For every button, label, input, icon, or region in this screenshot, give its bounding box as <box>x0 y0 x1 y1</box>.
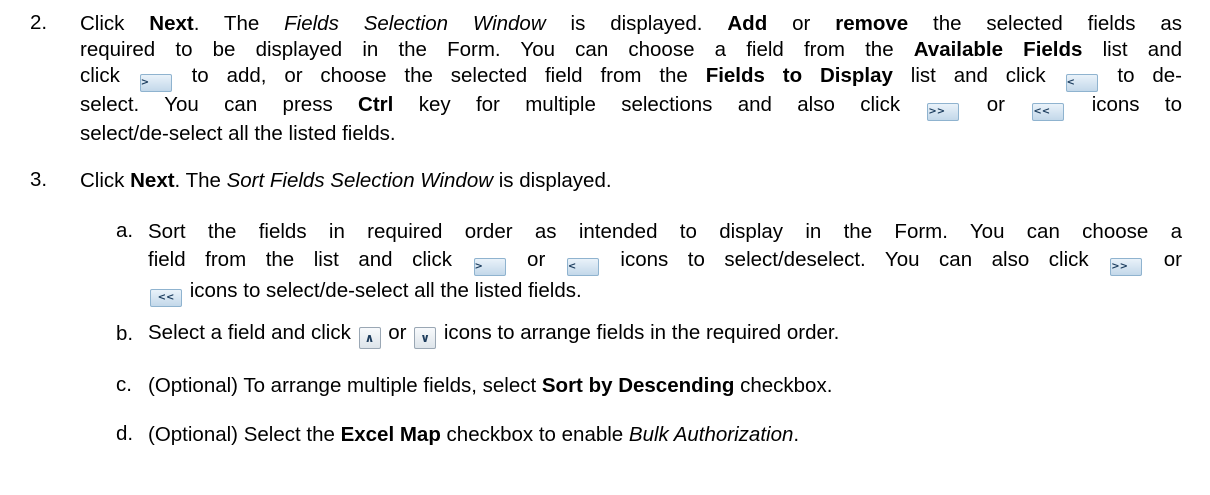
text-line: << icons to select/de-select all the lis… <box>148 278 1182 307</box>
text-line: (Optional) To arrange multiple fields, s… <box>148 374 833 397</box>
step-3-text: Click Next. The Sort Fields Selection Wi… <box>80 168 1182 194</box>
text-line: field from the list and click > or < ico… <box>148 247 1182 276</box>
step-2-text: Click Next. The Fields Selection Window … <box>80 11 1182 147</box>
text-line: Click Next. The Fields Selection Window … <box>80 12 1183 35</box>
text-line: select/de-select all the listed fields. <box>80 122 396 145</box>
substep-d-text: (Optional) Select the Excel Map checkbox… <box>148 422 1182 448</box>
substep-letter: a. <box>116 219 134 242</box>
step-number: 3. <box>30 168 48 191</box>
text-line: required to be displayed in the Form. Yo… <box>80 38 1182 61</box>
substep-b-text: Select a field and click ∧ or ∨ icons to… <box>148 320 1182 349</box>
remove-all-arrow-icon: << <box>150 289 182 307</box>
remove-arrow-icon: < <box>566 258 599 276</box>
text-line: Sort the fields in required order as int… <box>148 220 1182 243</box>
move-down-icon: ∨ <box>414 327 437 349</box>
add-arrow-icon: > <box>473 258 506 276</box>
text-line: Click Next. The Sort Fields Selection Wi… <box>80 169 612 192</box>
text-line: (Optional) Select the Excel Map checkbox… <box>148 423 800 446</box>
move-up-icon: ∧ <box>358 327 381 349</box>
substep-c-text: (Optional) To arrange multiple fields, s… <box>148 373 1182 399</box>
remove-all-arrow-icon: << <box>1032 103 1065 121</box>
text-line: click > to add, or choose the selected f… <box>80 63 1182 92</box>
substep-letter: b. <box>116 322 134 345</box>
text-line: select. You can press Ctrl key for multi… <box>80 92 1182 121</box>
add-all-arrow-icon: >> <box>927 103 960 121</box>
text-line: Select a field and click ∧ or ∨ icons to… <box>148 320 1182 349</box>
add-all-arrow-icon: >> <box>1110 258 1143 276</box>
remove-arrow-icon: < <box>1065 74 1098 92</box>
substep-letter: d. <box>116 422 134 445</box>
substep-a-text: Sort the fields in required order as int… <box>148 219 1182 307</box>
substep-letter: c. <box>116 373 132 396</box>
add-arrow-icon: > <box>139 74 172 92</box>
step-number: 2. <box>30 11 48 34</box>
